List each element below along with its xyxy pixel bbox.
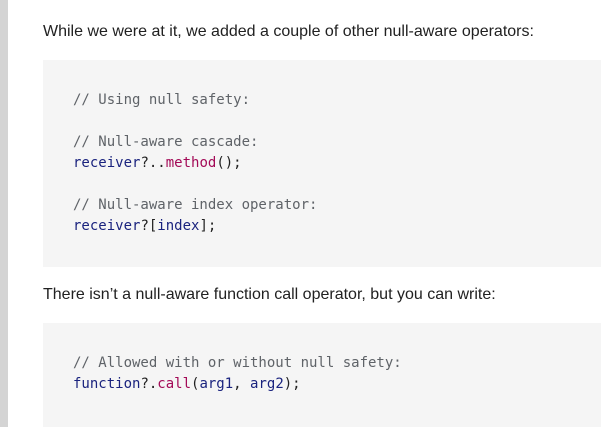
code-receiver-identifier: receiver: [73, 155, 141, 171]
code-comment-null-aware-cascade: // Null-aware cascade:: [73, 134, 259, 150]
code-index-identifier: index: [157, 218, 200, 234]
code-comment-using-null-safety: // Using null safety:: [73, 92, 251, 108]
code-null-aware-access-operator: ?.: [140, 376, 158, 392]
code-method-name: method: [165, 155, 217, 171]
code-index-open-operator: ?[: [140, 218, 158, 234]
code-line-cascade: receiver?..method();: [73, 153, 242, 173]
code-arg2-identifier: arg2: [250, 376, 284, 392]
code-index-close: ];: [199, 218, 217, 234]
code-call-method-name: call: [157, 376, 192, 392]
code-line-index: receiver?[index];: [73, 216, 216, 236]
code-line-function-call: function?.call(arg1, arg2);: [73, 374, 301, 394]
code-args-close: );: [283, 376, 301, 392]
code-call-parens: ();: [216, 155, 242, 171]
code-comment-allowed: // Allowed with or without null safety:: [73, 355, 402, 371]
code-cascade-operator: ?..: [140, 155, 166, 171]
code-receiver-identifier: receiver: [73, 218, 141, 234]
code-arg1-identifier: arg1: [199, 376, 234, 392]
code-function-identifier: function: [73, 376, 141, 392]
middle-paragraph: There isn’t a null-aware function call o…: [43, 286, 496, 303]
code-args-comma: ,: [233, 376, 251, 392]
code-comment-null-aware-index: // Null-aware index operator:: [73, 197, 318, 213]
code-block-function-call: // Allowed with or without null safety: …: [43, 323, 601, 427]
code-block-null-aware-operators: // Using null safety: // Null-aware casc…: [43, 60, 601, 267]
intro-paragraph: While we were at it, we added a couple o…: [43, 23, 534, 40]
left-border-rule: [0, 0, 8, 427]
